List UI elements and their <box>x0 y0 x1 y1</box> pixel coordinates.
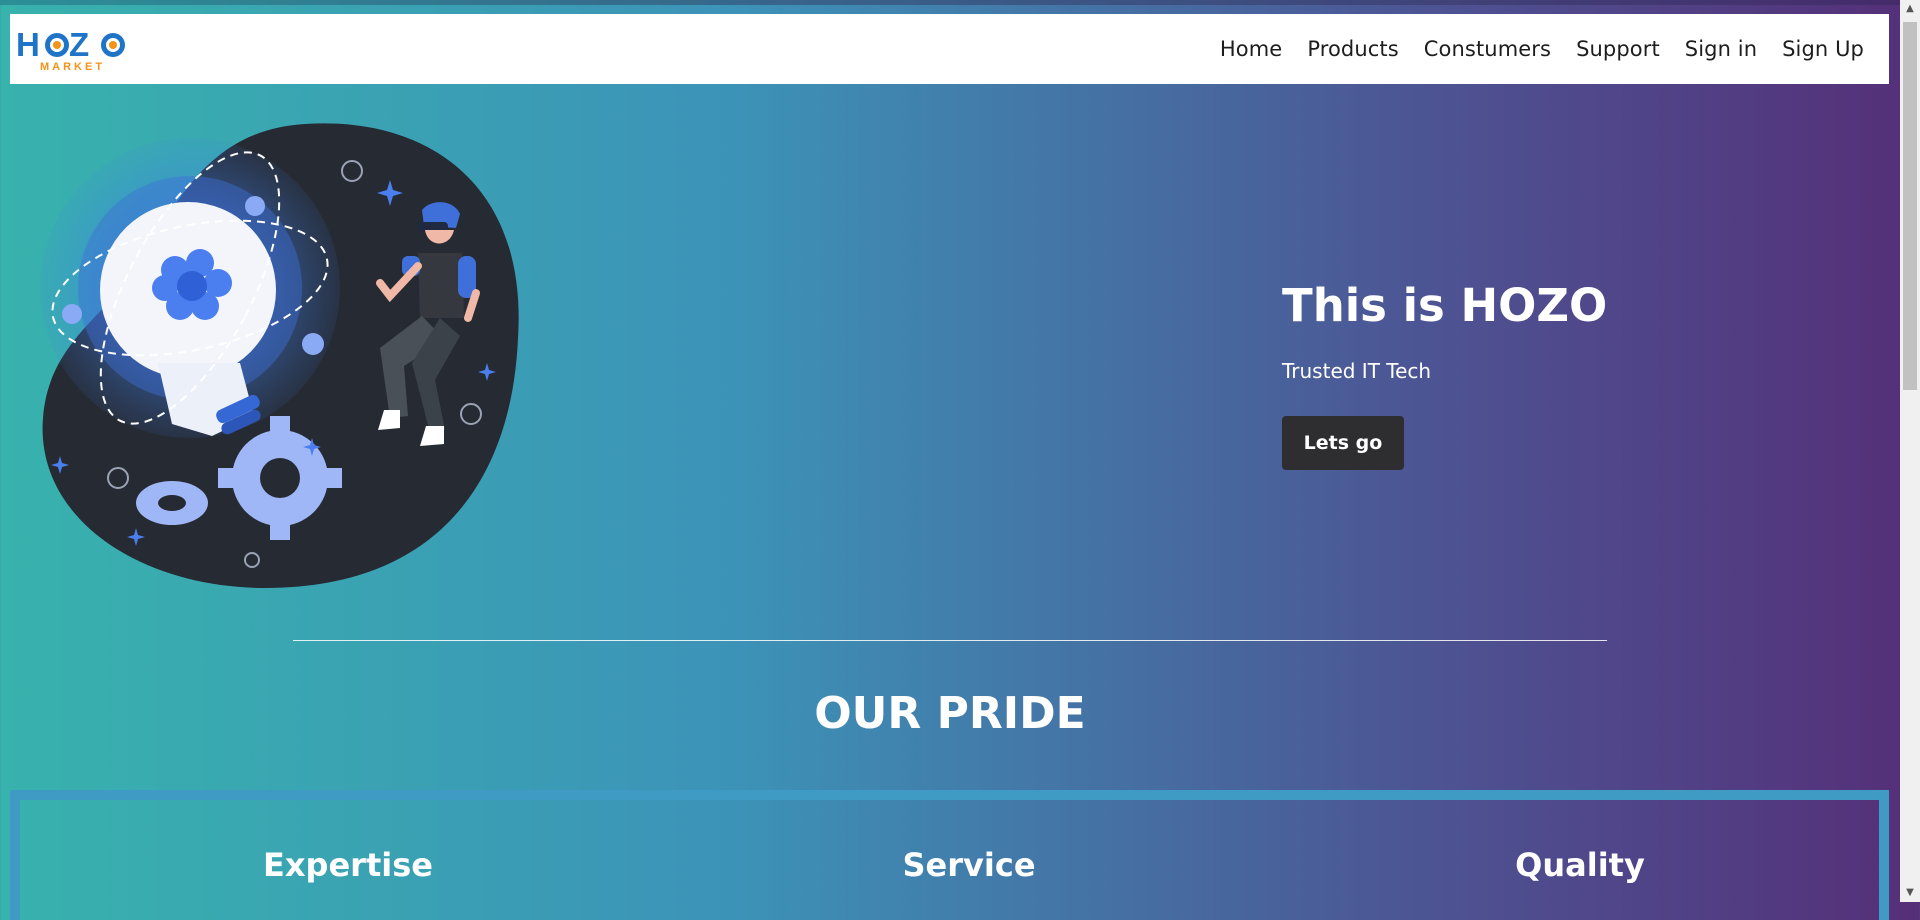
hero-subtitle: Trusted IT Tech <box>1282 359 1432 383</box>
scrollbar-thumb[interactable] <box>1903 22 1917 390</box>
scroll-down-arrow-icon[interactable]: ▼ <box>1900 884 1920 902</box>
hero-illustration <box>40 118 530 594</box>
feature-quality: Quality <box>1515 846 1645 884</box>
scroll-up-arrow-icon[interactable]: ▲ <box>1900 0 1920 18</box>
nav-sign-in-link[interactable]: Sign in <box>1685 37 1757 61</box>
nav-support-link[interactable]: Support <box>1576 37 1660 61</box>
svg-text:Z: Z <box>69 26 89 63</box>
section-divider <box>293 640 1607 641</box>
page-scrollbar[interactable]: ▲ ▼ <box>1900 0 1920 902</box>
lets-go-button[interactable]: Lets go <box>1282 416 1404 470</box>
navbar: H Z MARKET Home Products Constumers Supp… <box>10 14 1889 84</box>
nav-sign-up-link[interactable]: Sign Up <box>1782 37 1864 61</box>
svg-text:MARKET: MARKET <box>40 61 105 72</box>
pride-features-box: Expertise Service Quality <box>10 790 1889 920</box>
hero-title: This is HOZO <box>1282 279 1608 332</box>
nav-links: Home Products Constumers Support Sign in… <box>1220 14 1864 84</box>
hozo-logo[interactable]: H Z MARKET <box>16 26 136 73</box>
feature-expertise: Expertise <box>263 846 433 884</box>
nav-customers-link[interactable]: Constumers <box>1424 37 1551 61</box>
hero-section: This is HOZO Trusted IT Tech Lets go <box>1282 276 1608 470</box>
top-accent-strip <box>0 0 1920 5</box>
our-pride-title: OUR PRIDE <box>814 688 1086 739</box>
nav-home-link[interactable]: Home <box>1220 37 1282 61</box>
nav-products-link[interactable]: Products <box>1307 37 1398 61</box>
feature-service: Service <box>902 846 1036 884</box>
svg-text:H: H <box>16 26 39 63</box>
